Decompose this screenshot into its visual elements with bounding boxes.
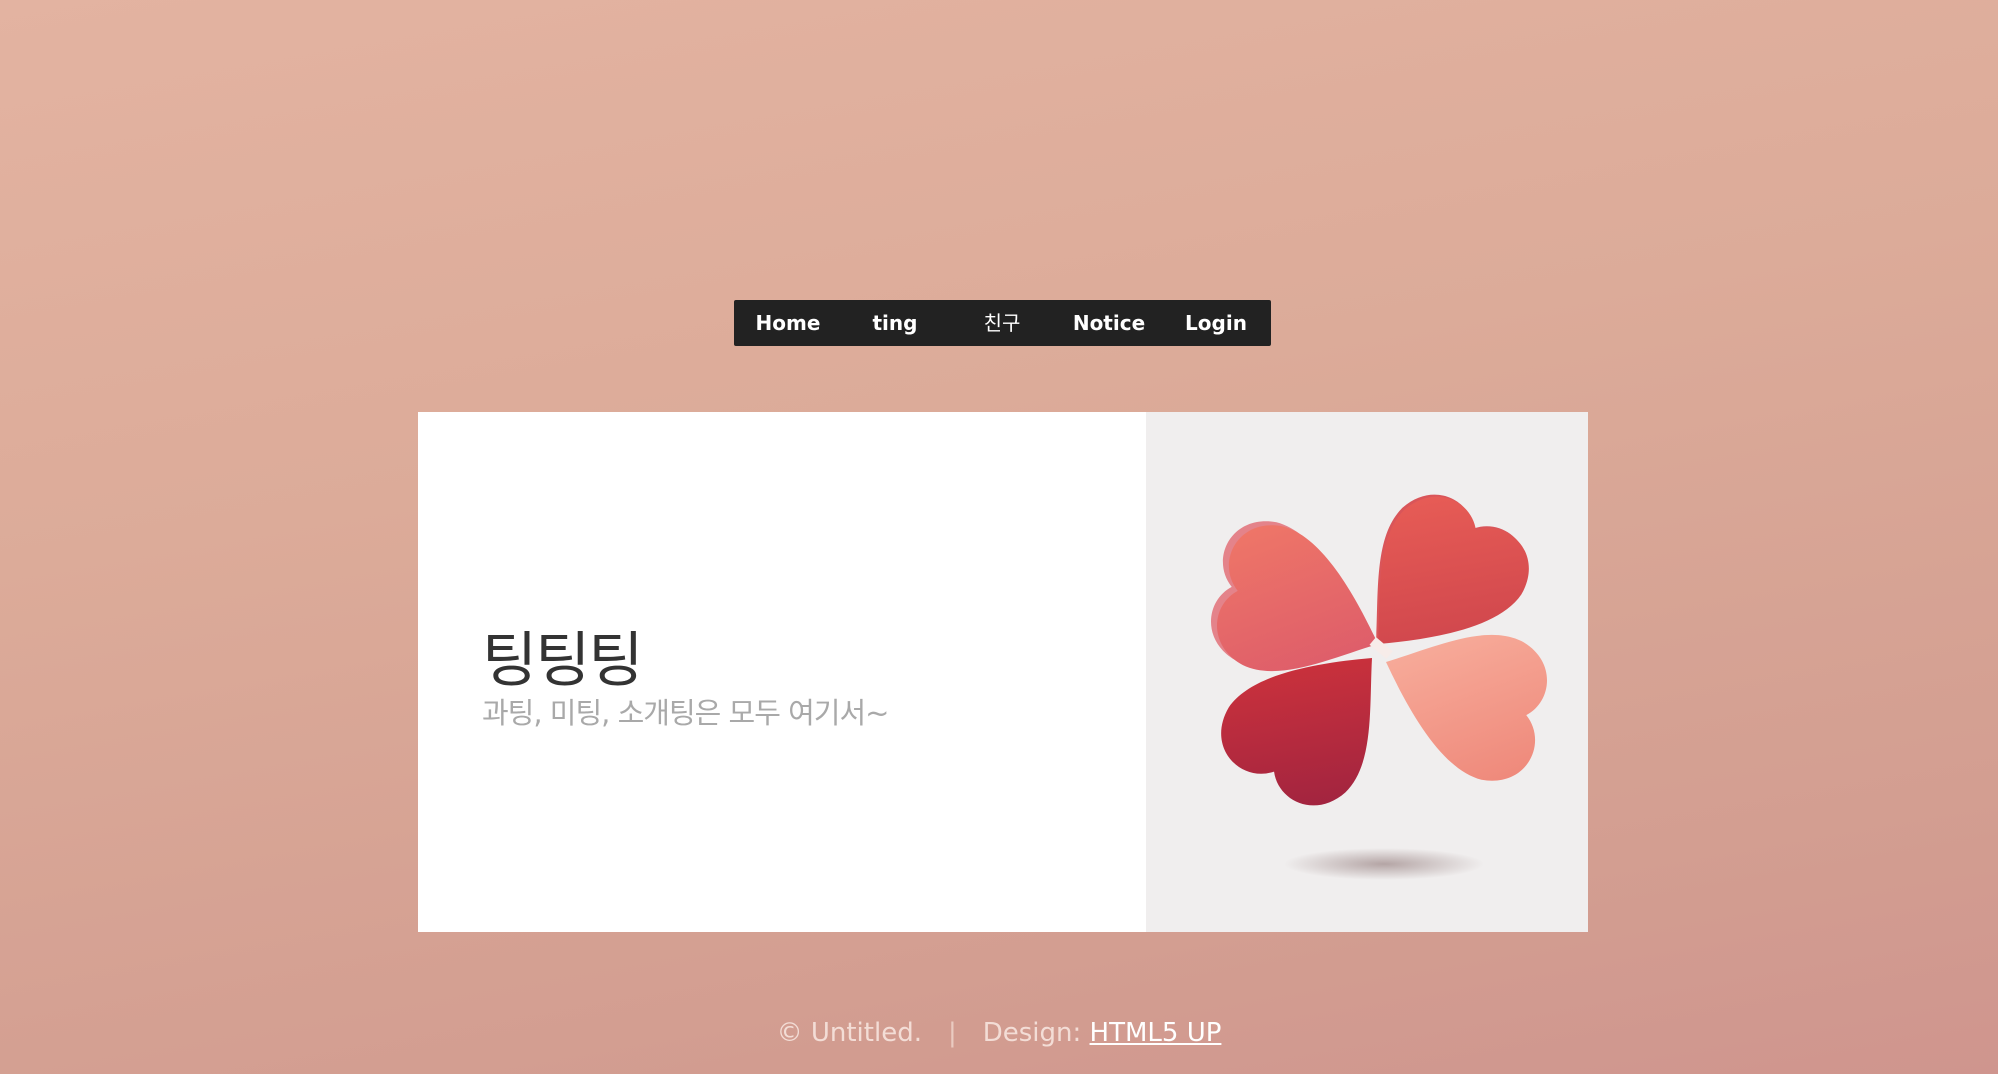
hero-banner: 팅팅팅 과팅, 미팅, 소개팅은 모두 여기서~ — [418, 412, 1588, 932]
nav-notice[interactable]: Notice — [1055, 300, 1163, 346]
nav-friends[interactable]: 친구 — [948, 300, 1056, 346]
hero-subtitle: 과팅, 미팅, 소개팅은 모두 여기서~ — [482, 696, 889, 730]
copyright-text: © Untitled. — [776, 1018, 922, 1048]
design-credit-link[interactable]: HTML5 UP — [1090, 1018, 1222, 1048]
main-nav: Home ting 친구 Notice Login — [734, 300, 1271, 346]
hero-title: 팅팅팅 — [482, 626, 644, 696]
nav-ting[interactable]: ting — [841, 300, 949, 346]
heart-clover-illustration — [1146, 412, 1588, 932]
heart-clover-icon — [1211, 494, 1547, 880]
footer-separator: | — [947, 1018, 957, 1048]
nav-login[interactable]: Login — [1162, 300, 1270, 346]
nav-home[interactable]: Home — [734, 300, 842, 346]
design-label: Design: — [982, 1018, 1082, 1048]
site-footer: © Untitled. | Design: HTML5 UP — [0, 1018, 1998, 1048]
